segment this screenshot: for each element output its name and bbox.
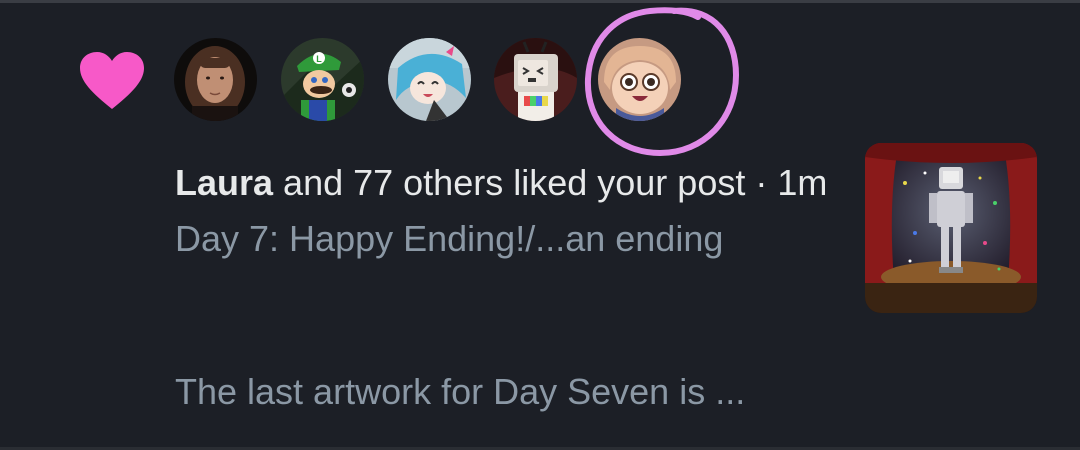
notification-summary: Laura and 77 others liked your post · 1m xyxy=(175,155,855,211)
action-text: and 77 others liked your post xyxy=(273,162,746,203)
avatar-anime-character[interactable] xyxy=(388,38,471,121)
post-title: Day 7: Happy Ending!/...an ending xyxy=(175,218,724,259)
post-excerpt: The last artwork for Day Seven is ... xyxy=(175,371,746,412)
notification-text: Laura and 77 others liked your post · 1m… xyxy=(175,155,855,267)
post-artwork-thumbnail[interactable] xyxy=(865,143,1037,313)
avatar-cartoon-character[interactable] xyxy=(598,38,681,121)
like-notification[interactable]: L Laura and 77 others liked your post · … xyxy=(0,3,1080,450)
avatar-luigi-character[interactable]: L xyxy=(281,38,364,121)
avatar-tv-head-character[interactable] xyxy=(494,38,577,121)
timestamp: 1m xyxy=(777,162,828,203)
actor-name[interactable]: Laura xyxy=(175,162,273,203)
separator: · xyxy=(745,162,778,203)
heart-icon xyxy=(80,52,144,109)
avatar-photo-person[interactable] xyxy=(174,38,257,121)
svg-text:L: L xyxy=(316,54,322,64)
